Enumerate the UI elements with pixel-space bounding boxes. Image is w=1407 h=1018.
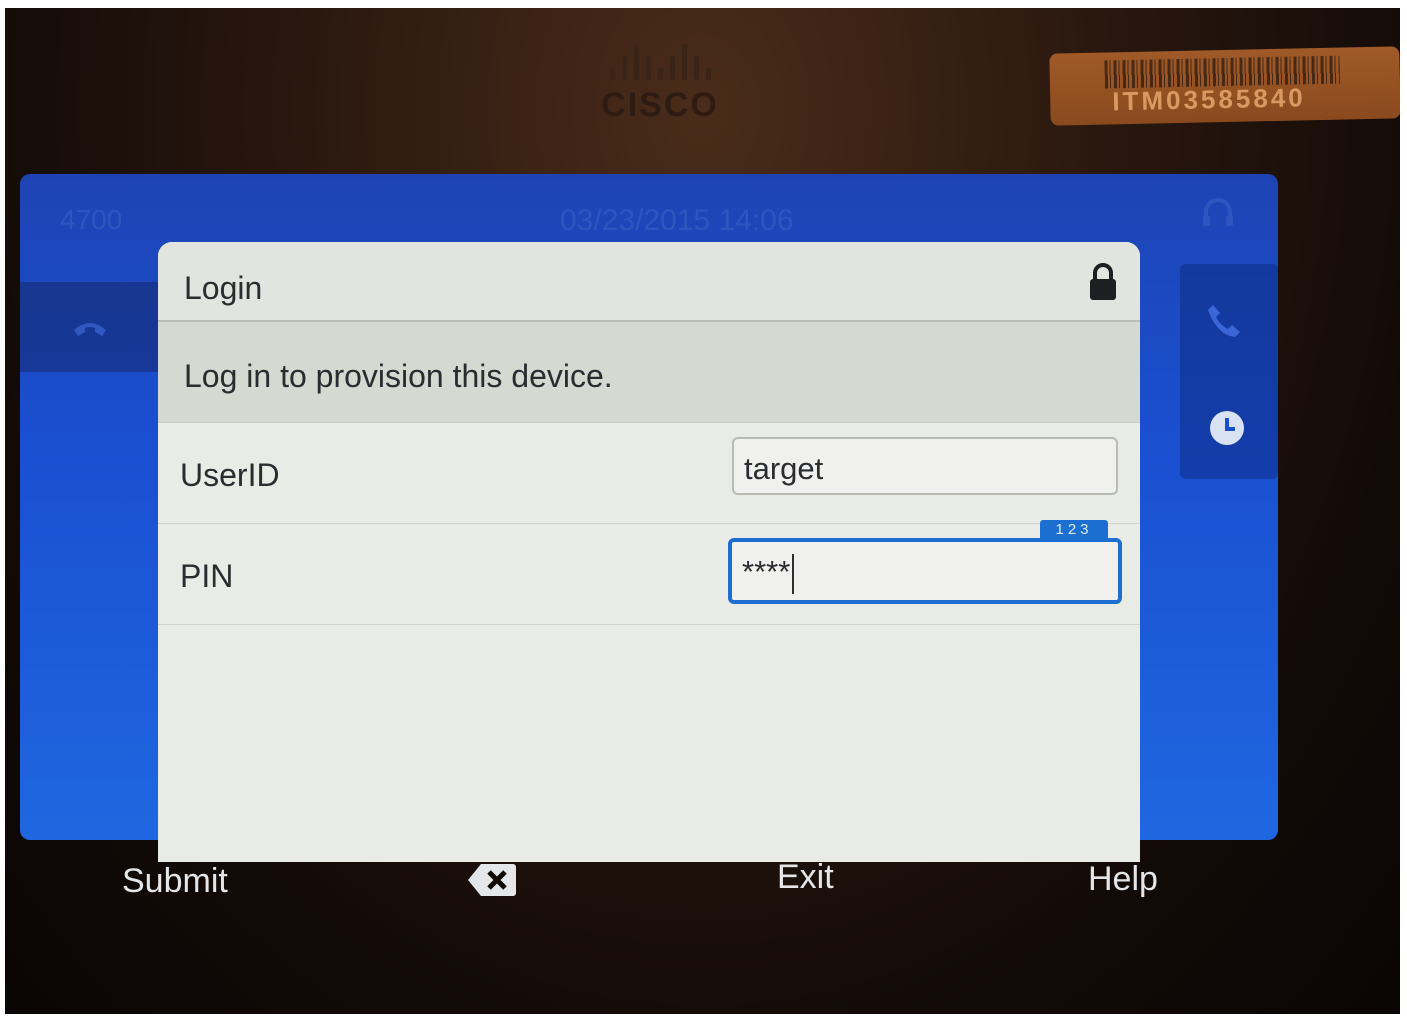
recents-clock-icon[interactable] [1208,409,1246,447]
description-text: Log in to provision this device. [184,358,613,394]
pin-label: PIN [180,558,234,594]
line-extension: 4700 [60,204,123,235]
dialog-description: Log in to provision this device. [158,322,1140,423]
userid-row: UserID target [158,423,1140,524]
pin-value: **** [742,554,791,590]
text-cursor [792,554,795,594]
status-bar: 4700 03/23/2015 14:06 [20,174,1278,244]
asset-tag-number: ITM03585840 [1111,82,1307,117]
submit-softkey[interactable]: Submit [122,862,228,901]
userid-field[interactable]: target [732,437,1118,495]
dialog-title: Login [184,270,263,306]
status-datetime: 03/23/2015 14:06 [560,204,794,237]
login-dialog: Login Log in to provision this device. U… [158,242,1140,862]
dialog-header: Login [158,242,1140,322]
pin-row: 123 PIN **** [158,520,1140,625]
asset-tag-sticker: ITM03585840 [1049,46,1400,126]
softkey-bar: Submit Exit Help [0,846,1407,916]
headset-icon [1203,198,1233,226]
cisco-logo-text: CISCO [601,86,719,124]
lock-icon [1090,263,1116,300]
cisco-logo: CISCO [575,38,745,133]
input-mode-badge: 123 [1040,520,1108,540]
call-handset-icon [74,323,106,336]
phone-icon[interactable] [1203,301,1243,341]
backspace-icon[interactable] [467,862,517,898]
cisco-logo-bars [575,38,745,80]
exit-softkey[interactable]: Exit [777,858,834,897]
pin-field[interactable]: **** [728,538,1122,604]
userid-label: UserID [180,457,280,493]
help-softkey[interactable]: Help [1088,860,1158,899]
